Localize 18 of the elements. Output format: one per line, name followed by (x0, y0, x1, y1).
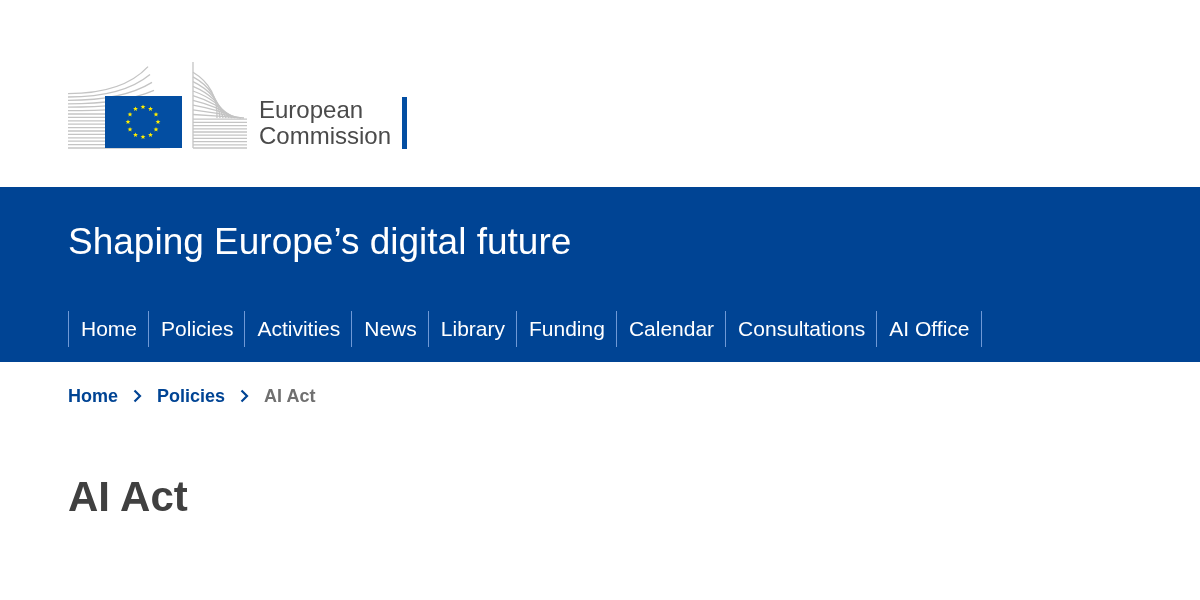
nav-link[interactable]: AI Office (876, 311, 982, 347)
nav-link[interactable]: News (351, 311, 428, 347)
nav-link[interactable]: Consultations (725, 311, 877, 347)
breadcrumb-link[interactable]: Home (68, 385, 118, 407)
breadcrumb-link[interactable]: Policies (157, 385, 226, 407)
nav-link[interactable]: Policies (148, 311, 245, 347)
logo-text: European Commission (259, 97, 391, 150)
chevron-right-icon (240, 389, 250, 403)
logo-icon (68, 60, 248, 150)
nav-link[interactable]: Funding (516, 311, 616, 347)
nav-link[interactable]: Calendar (615, 311, 726, 347)
breadcrumb-current: AI Act (264, 385, 316, 407)
site-title: Shaping Europe’s digital future (68, 220, 572, 264)
nav-link[interactable]: Activities (244, 311, 352, 347)
nav-link[interactable]: Library (427, 311, 516, 347)
page-title: AI Act (68, 472, 188, 522)
chevron-right-icon (133, 389, 142, 403)
nav-link[interactable]: Home (68, 311, 149, 347)
